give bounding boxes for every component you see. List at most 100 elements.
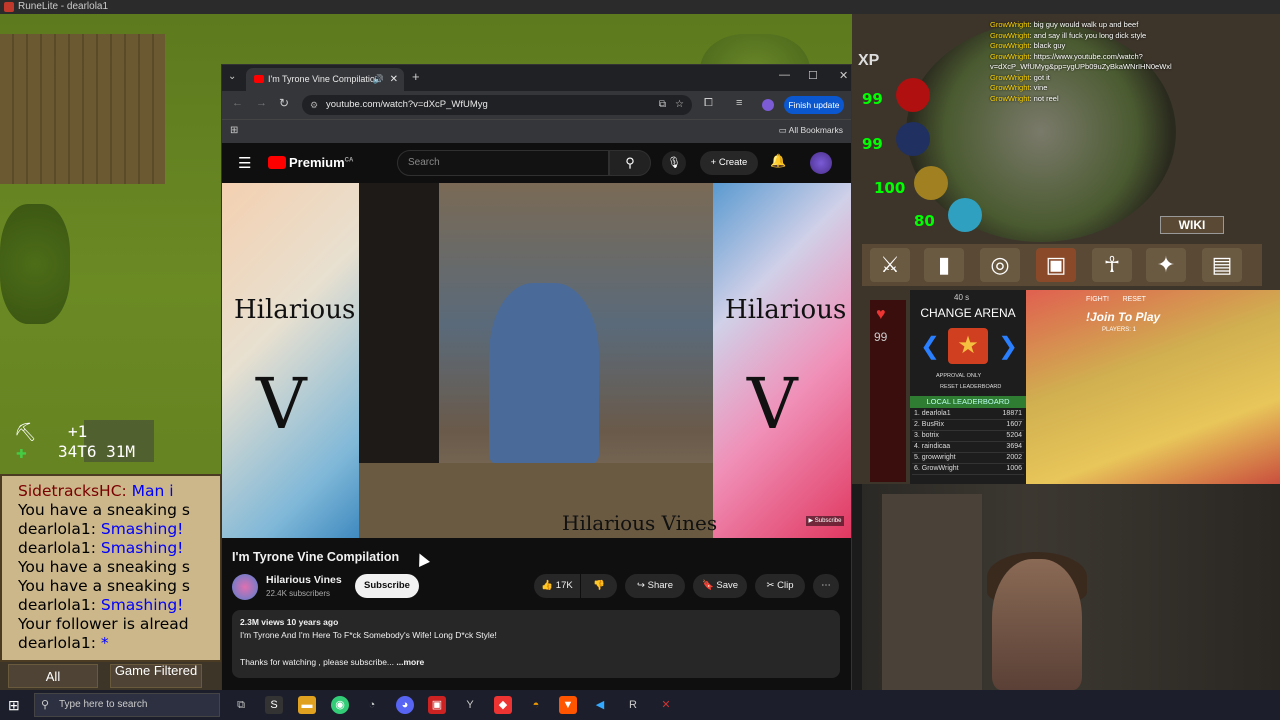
arena-next-icon[interactable]: ❯ xyxy=(998,332,1018,361)
menu-icon[interactable]: ☰ xyxy=(238,154,251,172)
share-button[interactable]: ↪ Share xyxy=(625,574,685,598)
new-tab-icon[interactable]: + xyxy=(412,69,420,84)
magic-tab-icon[interactable]: ▤ xyxy=(1202,248,1242,282)
save-button[interactable]: 🔖 Save xyxy=(693,574,747,598)
equipment-tab-icon[interactable]: ☥ xyxy=(1092,248,1132,282)
arena-prev-icon[interactable]: ❮ xyxy=(920,332,940,361)
taskbar-search[interactable]: ⚲ Type here to search xyxy=(34,693,220,717)
channel-avatar[interactable] xyxy=(232,574,258,600)
chat-username: GrowWright xyxy=(990,51,1030,61)
minigame-view[interactable]: FIGHT! RESET !Join To Play PLAYERS: 1 xyxy=(1026,290,1280,485)
subscribe-watermark[interactable]: ▶ Subscribe xyxy=(806,516,844,526)
description-box[interactable]: 2.3M views 10 years ago I'm Tyrone And I… xyxy=(232,610,840,678)
close-window-icon[interactable]: ✕ xyxy=(839,69,848,82)
combat-tab-icon[interactable]: ⚔ xyxy=(870,248,910,282)
runelite-icon[interactable]: R xyxy=(624,696,642,714)
stats-tab-icon[interactable]: ▮ xyxy=(924,248,964,282)
cast-icon[interactable]: ⧉ xyxy=(659,95,666,115)
app-icon[interactable]: ◔ xyxy=(363,696,381,714)
thumbs-up-icon: 👍 xyxy=(541,580,556,591)
minimize-icon[interactable]: — xyxy=(779,69,790,81)
channel-name[interactable]: Hilarious Vines xyxy=(266,574,342,586)
site-info-icon[interactable]: ⚙ xyxy=(310,95,318,115)
extensions-icon[interactable]: ⧠ xyxy=(704,97,713,110)
leaderboard-row: 3. botrix 5204 xyxy=(912,432,1024,442)
search-button[interactable]: ⚲ xyxy=(609,150,651,176)
app-icon[interactable]: ◆ xyxy=(494,696,512,714)
app-icon[interactable]: ▣ xyxy=(428,696,446,714)
description-line1: I'm Tyrone And I'm Here To F*ck Somebody… xyxy=(240,630,497,640)
search-icon: ⚲ xyxy=(625,155,635,170)
browser-tab[interactable]: I'm Tyrone Vine Compilatio 🔊 ✕ xyxy=(246,68,404,91)
video-player[interactable]: Hilarious V Hilarious V Hilarious Vines … xyxy=(222,183,851,538)
task-view-icon[interactable]: ⧉ xyxy=(232,696,250,714)
chat-tab-all[interactable]: All xyxy=(8,664,98,688)
file-explorer-icon[interactable]: ▬ xyxy=(298,696,316,714)
leaderboard-row: 4. raindicaa 3694 xyxy=(912,443,1024,453)
xp-orb-label[interactable]: XP xyxy=(858,52,879,70)
pickaxe-icon: ⛏ xyxy=(14,422,37,443)
forward-icon[interactable]: → xyxy=(256,97,267,109)
dislike-button[interactable]: 👎 xyxy=(581,574,617,598)
quest-tab-icon[interactable]: ◎ xyxy=(980,248,1020,282)
like-button[interactable]: 👍 17K xyxy=(534,574,580,598)
audio-icon[interactable]: 🔊 xyxy=(373,68,384,91)
vscode-icon[interactable]: ◀ xyxy=(591,696,609,714)
more-link[interactable]: ...more xyxy=(396,657,424,667)
arena-title[interactable]: CHANGE ARENA xyxy=(910,306,1026,320)
chat-prefix: dearlola1: xyxy=(18,539,101,557)
fight-label[interactable]: FIGHT! xyxy=(1086,296,1109,303)
approval-only-label[interactable]: APPROVAL ONLY xyxy=(936,373,981,379)
prayer-tab-icon[interactable]: ✦ xyxy=(1146,248,1186,282)
chat-message: : vine xyxy=(1029,83,1048,92)
finish-update-button[interactable]: Finish update xyxy=(784,96,844,114)
tab-close-icon[interactable]: ✕ xyxy=(390,68,398,91)
game-chatbox[interactable]: SidetracksHC: Man i You have a sneaking s… xyxy=(0,474,222,662)
voice-search-button[interactable]: 🎙 xyxy=(662,151,686,175)
windows-start-icon[interactable]: ⊞ xyxy=(8,698,22,712)
steam-icon[interactable]: S xyxy=(265,696,283,714)
notifications-bell-icon[interactable]: 🔔 xyxy=(770,153,786,169)
wiki-button[interactable]: WIKI xyxy=(1160,216,1224,234)
app-icon[interactable]: Y xyxy=(461,696,479,714)
clip-button[interactable]: ✂ Clip xyxy=(755,574,805,598)
media-icon[interactable]: ≡ xyxy=(736,97,742,109)
leaderboard-score: 3694 xyxy=(1006,443,1022,450)
app-icon[interactable]: ✕ xyxy=(657,696,675,714)
maximize-icon[interactable]: ☐ xyxy=(808,69,818,82)
reset-leaderboard[interactable]: RESET LEADERBOARD xyxy=(940,384,1001,390)
all-bookmarks[interactable]: ▭ All Bookmarks xyxy=(779,125,843,136)
discord-icon[interactable]: ◕ xyxy=(396,696,414,714)
chat-username: GrowWright xyxy=(990,20,1030,29)
back-icon[interactable]: ← xyxy=(232,97,243,109)
youtube-logo[interactable]: PremiumCA xyxy=(268,155,353,170)
search-input[interactable]: Search xyxy=(397,150,609,176)
create-button[interactable]: + Create xyxy=(700,151,758,175)
run-orb-icon[interactable] xyxy=(914,166,948,200)
leaderboard-score: 1006 xyxy=(1006,465,1022,472)
share-label: Share xyxy=(647,580,673,591)
brave-icon[interactable]: ▼ xyxy=(559,696,577,714)
leaderboard-row: 6. GrowWright 1006 xyxy=(912,465,1024,475)
chat-username: GrowWright xyxy=(990,72,1030,82)
leaderboard-name: 2. BusRix xyxy=(914,421,944,428)
chat-tab-game[interactable]: Game Filtered xyxy=(110,664,202,688)
account-avatar[interactable] xyxy=(810,152,832,174)
side-tabs: ⚔ ▮ ◎ ▣ ☥ ✦ ▤ xyxy=(862,244,1262,286)
more-actions-button[interactable]: ⋯ xyxy=(813,574,839,598)
tab-search-icon[interactable]: ⌄ xyxy=(228,71,236,82)
like-count: 17K xyxy=(555,580,573,591)
leaderboard-row: 5. growwright 2002 xyxy=(912,454,1024,464)
address-bar[interactable]: ⚙ youtube.com/watch?v=dXcP_WfUMyg ⧉ ☆ xyxy=(302,95,692,115)
reload-icon[interactable]: ↻ xyxy=(279,96,289,110)
all-bookmarks-label: All Bookmarks xyxy=(788,125,843,135)
bookmark-star-icon[interactable]: ☆ xyxy=(675,95,684,115)
apps-icon[interactable]: ⊞ xyxy=(230,125,238,136)
app-icon[interactable]: ◓ xyxy=(527,696,545,714)
profile-icon[interactable] xyxy=(762,99,774,111)
inventory-tab-icon[interactable]: ▣ xyxy=(1036,248,1076,282)
leaderboard-name: 3. botrix xyxy=(914,432,939,439)
chrome-icon[interactable]: ◉ xyxy=(331,696,349,714)
subscribe-button[interactable]: Subscribe xyxy=(355,574,419,598)
reset-label[interactable]: RESET xyxy=(1123,296,1146,303)
